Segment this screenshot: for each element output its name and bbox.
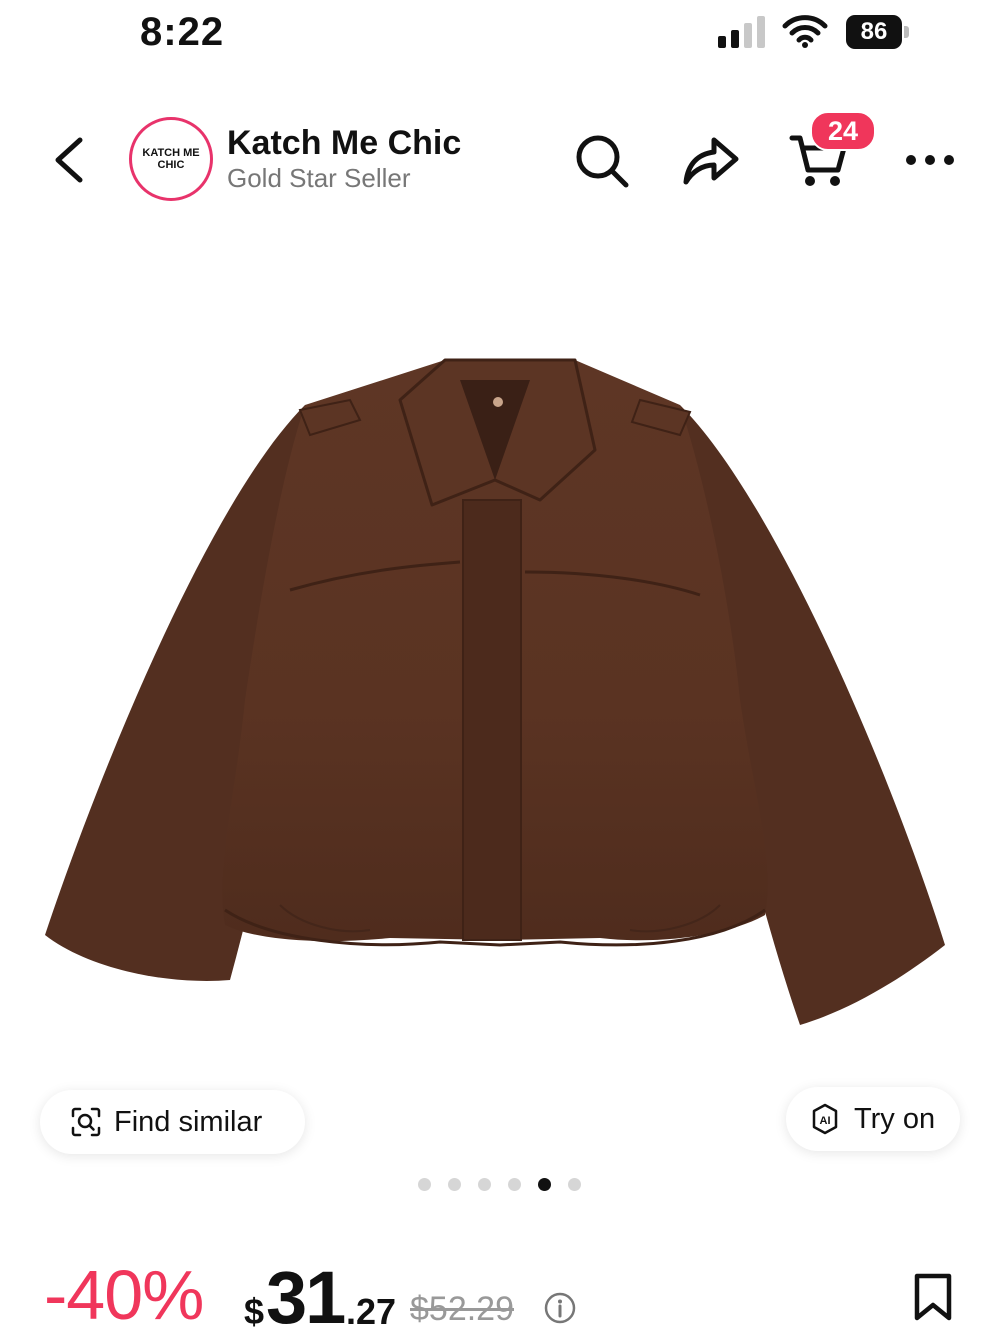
product-image[interactable]	[40, 350, 950, 1040]
store-logo-text: KATCH ME CHIC	[142, 147, 200, 171]
discount-percent: -40%	[44, 1256, 204, 1334]
battery-level: 86	[846, 15, 902, 49]
pagination-dot[interactable]	[418, 1178, 431, 1191]
cart-count-badge: 24	[810, 111, 876, 151]
battery-indicator: 86	[846, 15, 910, 49]
svg-text:AI: AI	[820, 1115, 831, 1127]
price-whole: 31	[266, 1256, 346, 1339]
pagination-dot-active[interactable]	[538, 1178, 551, 1191]
store-name[interactable]: Katch Me Chic	[227, 124, 461, 163]
try-on-label: Try on	[854, 1102, 936, 1135]
pagination-dot[interactable]	[508, 1178, 521, 1191]
price-cents: .27	[346, 1291, 397, 1332]
original-price: $52.29	[410, 1290, 514, 1328]
find-similar-label: Find similar	[114, 1105, 263, 1138]
more-options-icon[interactable]	[903, 140, 957, 180]
ai-try-on-icon: AI	[812, 1103, 838, 1135]
status-time: 8:22	[140, 10, 225, 54]
info-icon[interactable]	[543, 1291, 577, 1325]
back-arrow-icon[interactable]	[50, 136, 90, 184]
cellular-signal-icon	[718, 16, 765, 48]
try-on-button[interactable]: AI Try on	[786, 1087, 960, 1151]
wifi-icon	[782, 15, 828, 48]
store-seller-status: Gold Star Seller	[227, 163, 411, 193]
pagination-dot[interactable]	[448, 1178, 461, 1191]
find-similar-button[interactable]: Find similar	[40, 1090, 305, 1154]
store-avatar[interactable]: KATCH ME CHIC	[129, 117, 213, 201]
price-currency: $	[244, 1291, 265, 1332]
bookmark-icon[interactable]	[912, 1272, 954, 1322]
share-icon[interactable]	[680, 130, 740, 190]
image-pagination	[418, 1178, 581, 1191]
pagination-dot[interactable]	[478, 1178, 491, 1191]
pagination-dot[interactable]	[568, 1178, 581, 1191]
search-icon[interactable]	[572, 130, 632, 190]
visual-search-icon	[71, 1107, 101, 1137]
